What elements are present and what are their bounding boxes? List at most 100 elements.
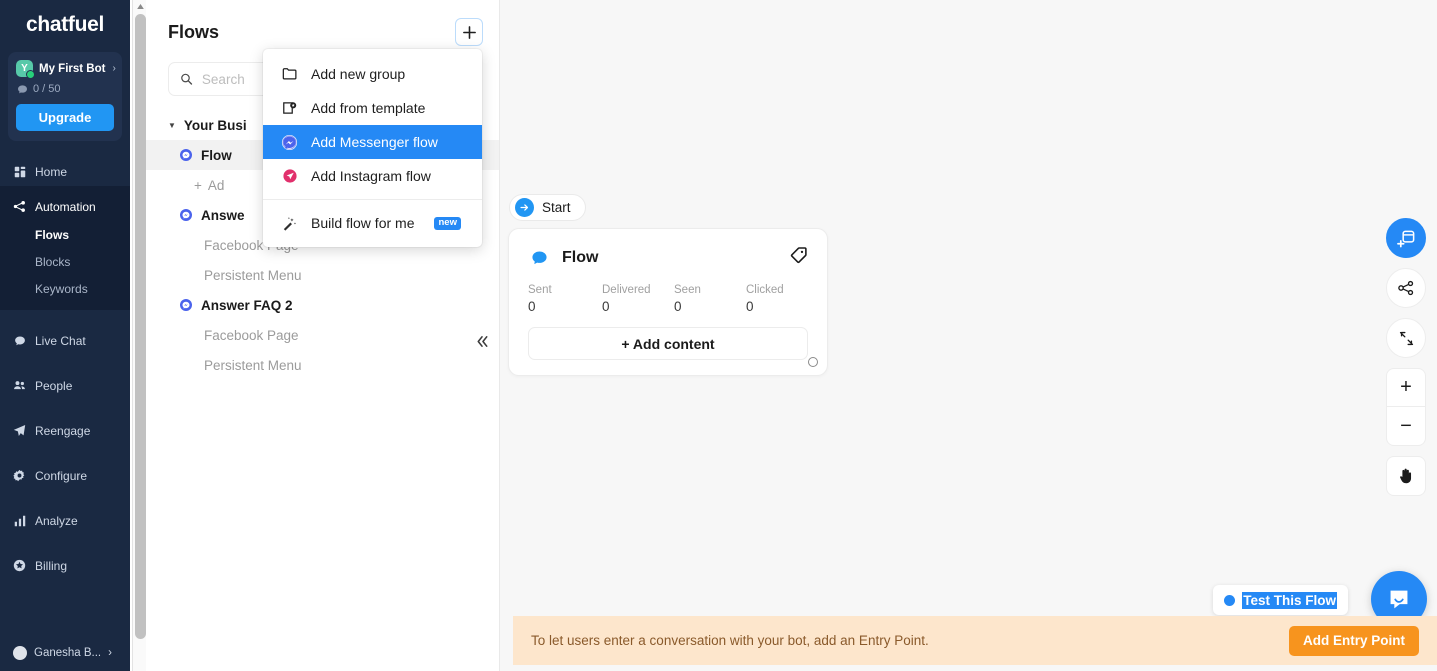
messenger-icon <box>180 149 192 161</box>
plus-icon: + <box>194 177 202 193</box>
sidebar-item-configure[interactable]: Configure <box>0 461 130 490</box>
pan-tool-button[interactable] <box>1386 456 1426 496</box>
tree-item-label: Answer FAQ 2 <box>201 297 293 313</box>
analyze-icon <box>13 514 26 527</box>
stat-delivered: Delivered 0 <box>602 284 674 314</box>
menu-item-build-flow-for-me[interactable]: Build flow for me new <box>263 206 482 240</box>
chevron-right-icon: › <box>112 63 116 74</box>
entry-point-banner: To let users enter a conversation with y… <box>513 616 1437 665</box>
add-content-button[interactable]: + Add content <box>528 327 808 360</box>
tree-leaf-facebook-page[interactable]: Facebook Page <box>146 320 499 350</box>
menu-item-add-instagram-flow[interactable]: Add Instagram flow <box>263 159 482 193</box>
stat-label: Seen <box>674 284 701 296</box>
sidebar-item-home[interactable]: Home <box>0 157 130 186</box>
stat-value: 0 <box>674 299 682 314</box>
scrollbar-thumb[interactable] <box>134 14 146 639</box>
fit-screen-button[interactable] <box>1386 318 1426 358</box>
stat-value: 0 <box>746 299 754 314</box>
avatar <box>13 646 27 660</box>
sidebar-scrollbar[interactable] <box>132 0 146 671</box>
add-flow-dropdown-menu: Add new group Add from template Add Mess… <box>263 49 482 247</box>
bot-avatar-icon: Y <box>16 60 35 79</box>
stat-label: Clicked <box>746 284 784 296</box>
chevron-right-icon: › <box>108 647 112 659</box>
sidebar-subitem-keywords[interactable]: Keywords <box>0 275 130 302</box>
menu-item-add-messenger-flow[interactable]: Add Messenger flow <box>263 125 482 159</box>
bot-selector-card[interactable]: Y My First Bot › 0 / 50 Upgrade <box>8 52 122 141</box>
instagram-dm-icon <box>281 168 298 185</box>
menu-item-label: Add new group <box>311 66 406 82</box>
sidebar-item-billing[interactable]: Billing <box>0 551 130 580</box>
sidebar-subitem-blocks[interactable]: Blocks <box>0 248 130 275</box>
bot-name: My First Bot <box>39 62 106 75</box>
magic-wand-icon <box>281 215 298 232</box>
bot-quota: 0 / 50 <box>16 83 114 95</box>
stat-sent: Sent 0 <box>528 284 602 314</box>
scroll-up-arrow-icon[interactable] <box>133 0 147 13</box>
billing-icon <box>13 559 26 572</box>
menu-item-label: Build flow for me <box>311 215 415 231</box>
zoom-controls: + − <box>1386 368 1426 446</box>
messenger-smile-icon <box>1390 590 1408 609</box>
messenger-icon <box>281 134 298 151</box>
configure-icon <box>13 469 26 482</box>
test-this-flow-button[interactable]: Test This Flow <box>1213 585 1348 615</box>
add-block-button[interactable] <box>1386 218 1426 258</box>
reengage-icon <box>13 424 26 437</box>
tree-leaf-persistent-menu[interactable]: Persistent Menu <box>146 260 499 290</box>
live-chat-icon <box>13 334 26 347</box>
hand-icon <box>1400 468 1412 484</box>
search-icon <box>181 73 193 85</box>
zoom-out-button[interactable]: − <box>1387 407 1425 445</box>
collapse-panel-button[interactable] <box>471 330 493 352</box>
flow-card-output-port[interactable] <box>808 357 818 367</box>
sidebar-item-label: Reengage <box>35 423 91 438</box>
menu-item-add-new-group[interactable]: Add new group <box>263 57 482 91</box>
sidebar-item-label: Live Chat <box>35 333 86 348</box>
menu-item-label: Add from template <box>311 100 426 116</box>
tree-leaf-persistent-menu[interactable]: Persistent Menu <box>146 350 499 380</box>
entry-point-message: To let users enter a conversation with y… <box>531 633 929 648</box>
tree-item-answer-faq-2[interactable]: Answer FAQ 2 <box>146 290 499 320</box>
status-badge: new <box>434 216 461 230</box>
account-menu[interactable]: Ganesha B... › <box>0 635 130 671</box>
sidebar-item-live-chat[interactable]: Live Chat <box>0 326 130 355</box>
sidebar-section-automation: Automation Flows Blocks Keywords <box>0 186 130 310</box>
stat-value: 0 <box>528 299 536 314</box>
account-name: Ganesha B... <box>34 647 102 659</box>
zoom-in-button[interactable]: + <box>1387 369 1425 407</box>
flow-card-title-group: Flow <box>528 246 598 270</box>
chat-bubble-icon <box>18 84 27 93</box>
upgrade-button[interactable]: Upgrade <box>16 104 114 131</box>
tag-icon[interactable] <box>789 246 808 270</box>
sidebar-item-automation[interactable]: Automation <box>0 192 130 221</box>
tree-layout-button[interactable] <box>1386 268 1426 308</box>
sidebar-item-reengage[interactable]: Reengage <box>0 416 130 445</box>
flows-header: Flows <box>146 0 499 46</box>
start-entry-node[interactable]: Start <box>509 194 586 221</box>
add-entry-point-button[interactable]: Add Entry Point <box>1289 625 1419 656</box>
home-icon <box>13 165 26 178</box>
flow-canvas[interactable]: Start Flow Sent 0 Delivered 0 Seen 0 Cli… <box>500 0 1437 671</box>
tree-group-label: Your Busi <box>183 117 247 133</box>
tree-add-label: Ad <box>207 177 225 193</box>
test-this-flow-label: Test This Flow <box>1242 591 1337 609</box>
sidebar-subitem-flows[interactable]: Flows <box>0 221 130 248</box>
messenger-icon <box>180 299 192 311</box>
people-icon <box>13 379 26 392</box>
messenger-icon <box>180 209 192 221</box>
sidebar-item-analyze[interactable]: Analyze <box>0 506 130 535</box>
stat-seen: Seen 0 <box>674 284 746 314</box>
caret-down-icon: ▼ <box>168 120 176 130</box>
flow-card[interactable]: Flow Sent 0 Delivered 0 Seen 0 Clicked 0… <box>508 228 828 376</box>
sidebar-item-people[interactable]: People <box>0 371 130 400</box>
menu-item-add-from-template[interactable]: Add from template <box>263 91 482 125</box>
canvas-toolbar: + − <box>1386 218 1426 496</box>
add-flow-button[interactable] <box>455 18 483 46</box>
bot-selector-row[interactable]: Y My First Bot › <box>16 60 116 79</box>
